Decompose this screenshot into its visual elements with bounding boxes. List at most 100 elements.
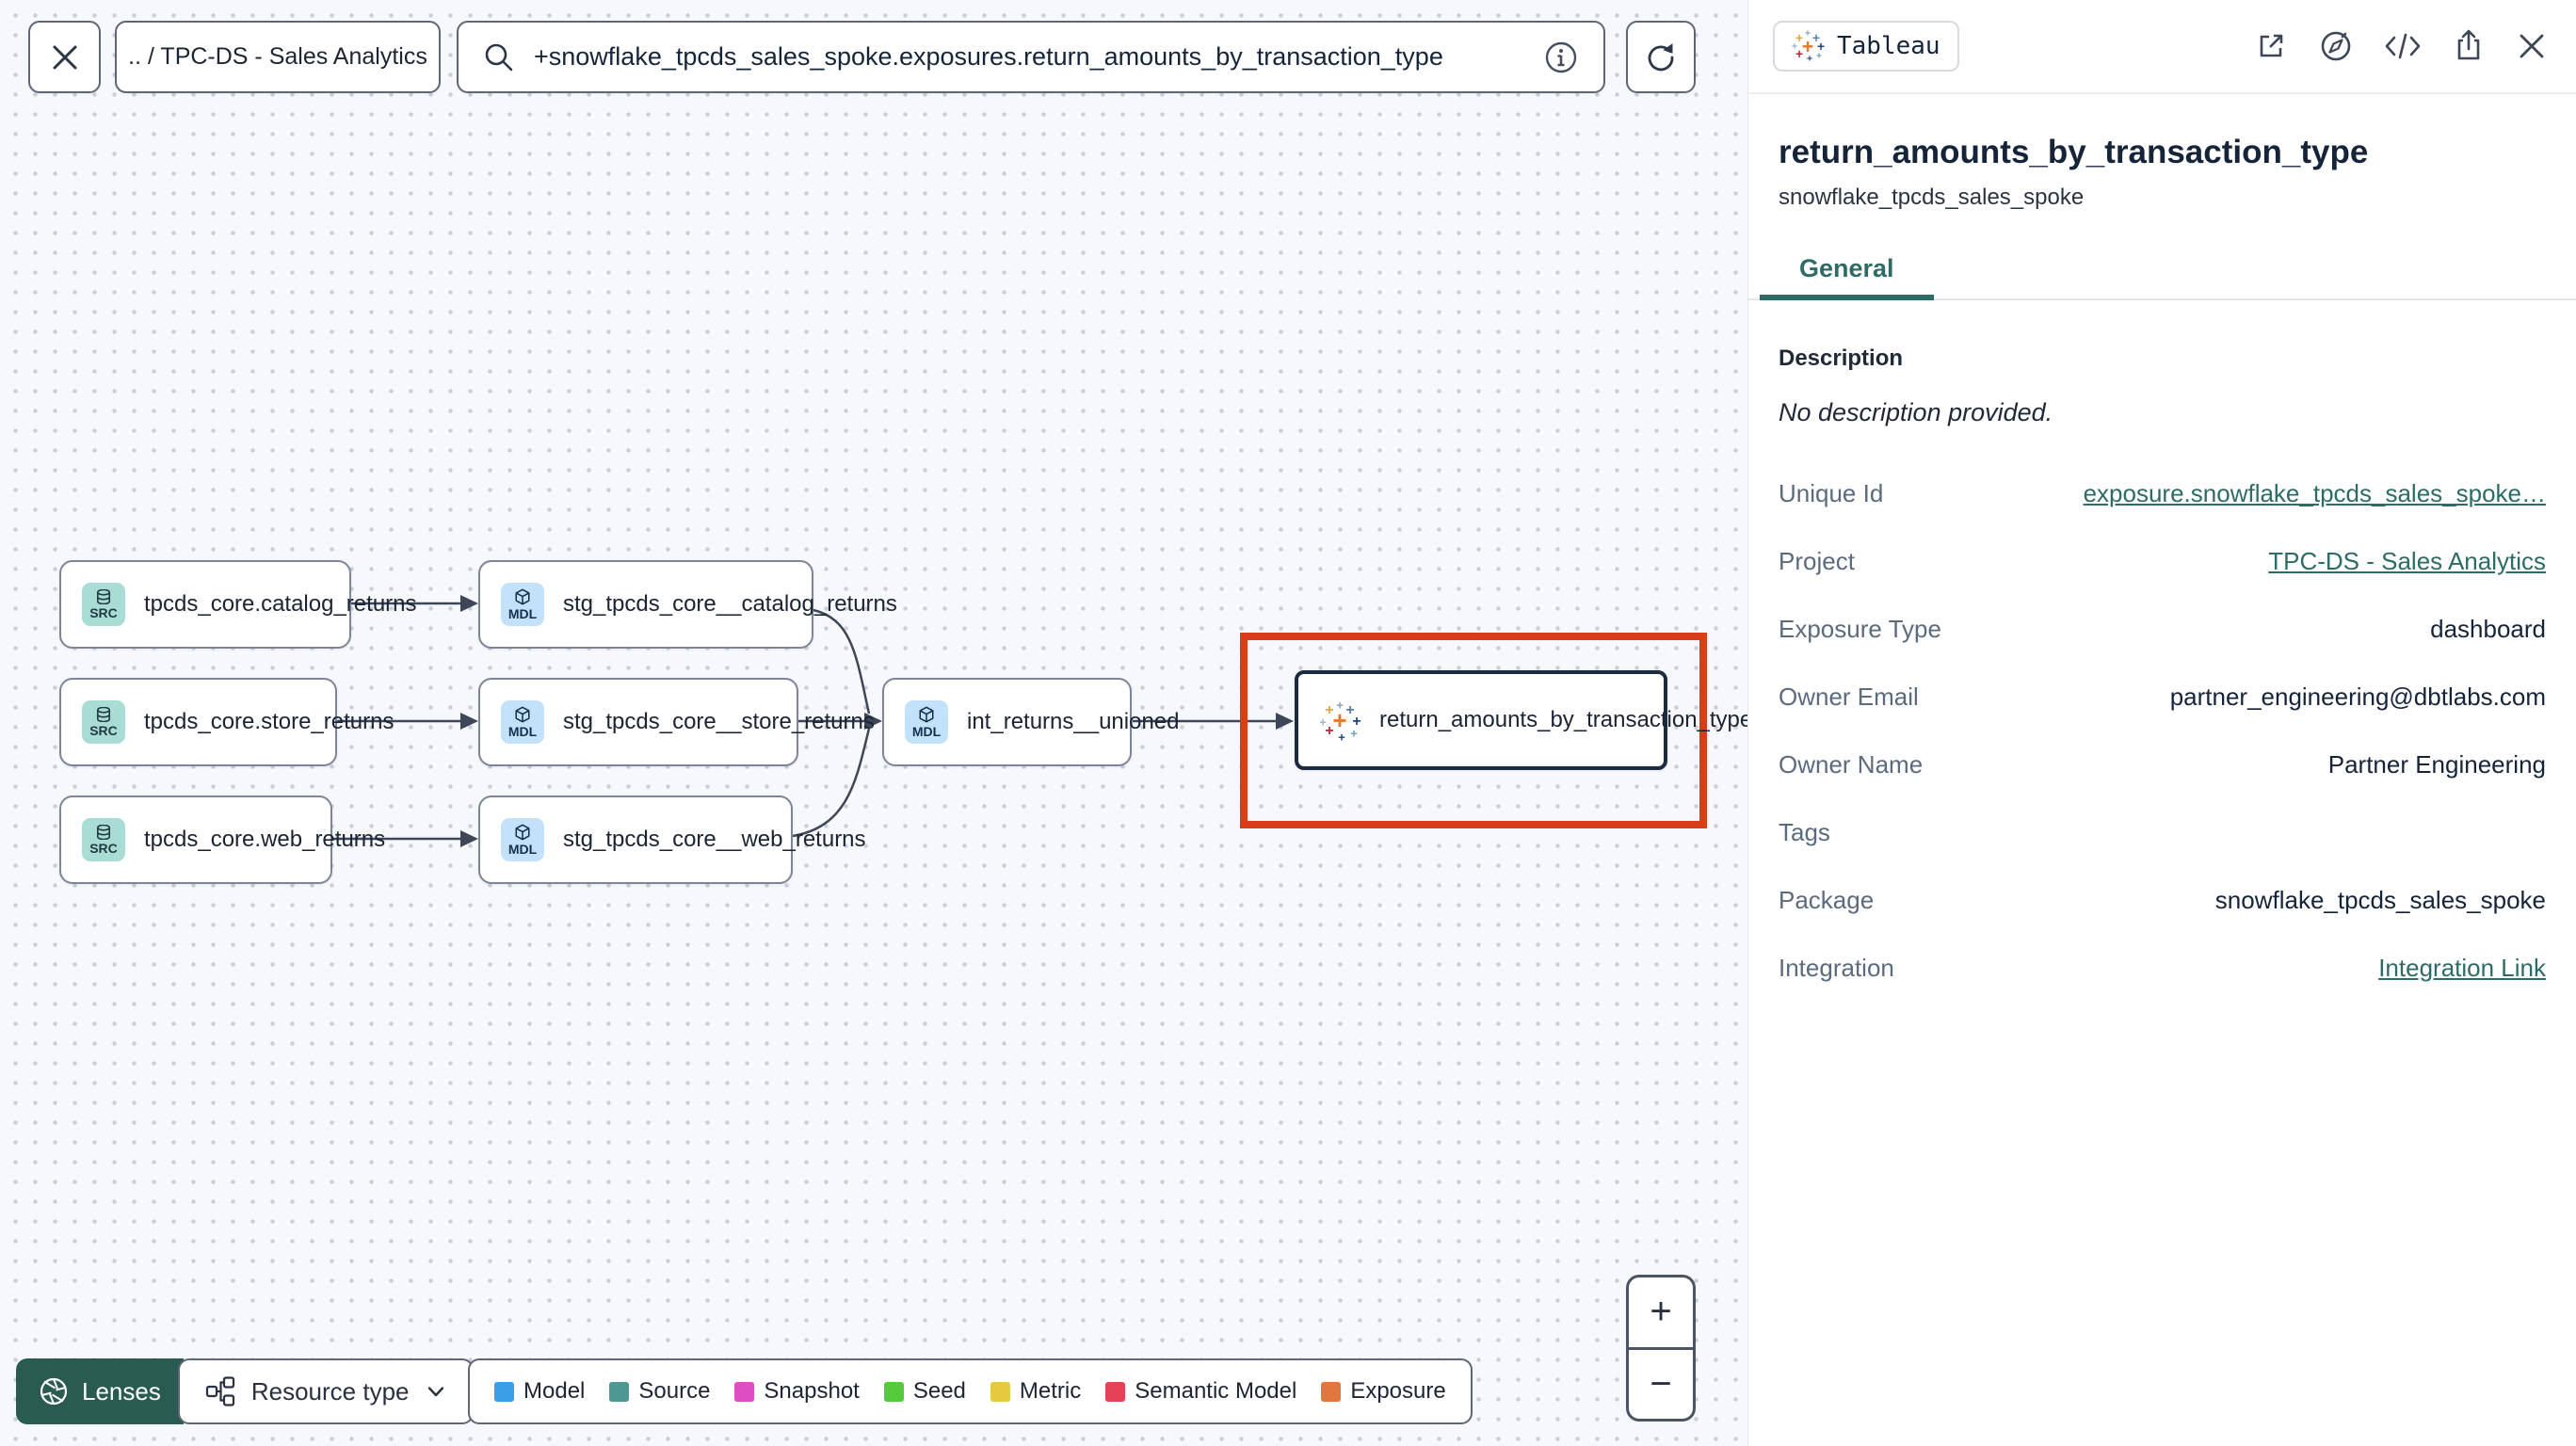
legend-item-seed: Seed: [883, 1378, 966, 1405]
legend-item-semantic-model: Semantic Model: [1105, 1378, 1296, 1405]
badge-label: MDL: [507, 841, 538, 857]
search-input[interactable]: [534, 42, 1524, 72]
share-button[interactable]: [2452, 28, 2486, 64]
field-row-exposure-type: Exposure Type dashboard: [1779, 614, 2546, 643]
node-source-catalog-returns[interactable]: SRC tpcds_core.catalog_returns: [59, 560, 417, 649]
search-icon: [485, 43, 513, 71]
model-swatch: [494, 1381, 514, 1402]
source-badge: SRC: [82, 583, 125, 626]
lineage-search: [457, 21, 1605, 93]
resource-legend: Model Source Snapshot Seed Metric Semant…: [468, 1358, 1473, 1424]
info-icon[interactable]: [1543, 40, 1579, 75]
tableau-badge-label: Tableau: [1837, 32, 1940, 60]
zoom-controls: + −: [1626, 1275, 1696, 1422]
close-icon: [2520, 34, 2544, 58]
close-panel-button[interactable]: [2516, 30, 2548, 62]
zoom-out-button[interactable]: −: [1629, 1350, 1693, 1420]
legend-item-metric: Metric: [990, 1378, 1081, 1405]
badge-label: SRC: [89, 722, 118, 738]
package-value: snowflake_tpcds_sales_spoke: [2214, 885, 2546, 914]
badge-label: MDL: [911, 723, 942, 739]
node-label: int_returns__unioned: [967, 709, 1180, 734]
field-row-project: Project TPC-DS - Sales Analytics: [1779, 546, 2546, 576]
badge-label: SRC: [89, 604, 118, 620]
open-in-new-button[interactable]: [2254, 29, 2288, 63]
node-exposure-return-amounts[interactable]: + + + + + + + + + return_amounts_by_tran…: [1295, 670, 1752, 770]
close-lineage-button[interactable]: [28, 21, 101, 93]
field-row-owner-name: Owner Name Partner Engineering: [1779, 749, 2546, 779]
breadcrumb-label: .. / TPC-DS - Sales Analytics: [128, 43, 427, 70]
badge-label: MDL: [507, 723, 538, 739]
lineage-canvas[interactable]: .. / TPC-DS - Sales Analytics SRC t: [0, 0, 1752, 1446]
node-source-store-returns[interactable]: SRC tpcds_core.store_returns: [59, 678, 394, 766]
owner-name-value: Partner Engineering: [2327, 749, 2546, 779]
node-stg-web-returns[interactable]: MDL stg_tpcds_core__web_returns: [478, 795, 866, 884]
node-label: tpcds_core.store_returns: [144, 709, 394, 734]
exposure-swatch: [1321, 1381, 1342, 1402]
panel-tabs: General: [1748, 254, 2576, 300]
integration-link[interactable]: Integration Link: [2378, 954, 2546, 983]
unique-id-link[interactable]: exposure.snowflake_tpcds_sales_spoke…: [2084, 479, 2546, 508]
cube-icon: [919, 706, 934, 722]
legend-item-source: Source: [609, 1378, 710, 1405]
seed-swatch: [883, 1381, 904, 1402]
model-badge: MDL: [501, 818, 544, 861]
tableau-badge: + + + + + + + + + Tableau: [1773, 21, 1959, 72]
owner-email-value: partner_engineering@dbtlabs.com: [2169, 682, 2546, 711]
source-badge: SRC: [82, 818, 125, 861]
exposure-type-value: dashboard: [2430, 614, 2546, 643]
details-fields: Unique Id exposure.snowflake_tpcds_sales…: [1779, 459, 2546, 1002]
badge-label: SRC: [89, 840, 118, 856]
lenses-button[interactable]: Lenses: [16, 1358, 184, 1424]
lenses-label: Lenses: [82, 1376, 161, 1406]
cube-icon: [515, 706, 530, 722]
legend-item-model: Model: [494, 1378, 585, 1405]
field-row-integration: Integration Integration Link: [1779, 953, 2546, 983]
badge-label: MDL: [507, 605, 538, 621]
tableau-icon: + + + + + + + + +: [1319, 698, 1361, 745]
cube-icon: [515, 824, 530, 840]
code-icon: [2385, 33, 2421, 59]
tableau-icon: + + + + + + + + +: [1791, 28, 1825, 64]
explore-button[interactable]: [2318, 28, 2354, 64]
database-icon: [96, 706, 111, 722]
panel-body: return_amounts_by_transaction_type snowf…: [1748, 134, 2576, 1002]
details-panel: + + + + + + + + + Tableau return_amounts…: [1747, 0, 2576, 1446]
cube-icon: [515, 588, 530, 604]
node-int-returns-unioned[interactable]: MDL int_returns__unioned: [882, 678, 1180, 766]
database-icon: [96, 588, 111, 604]
node-label: stg_tpcds_core__catalog_returns: [563, 591, 897, 617]
breadcrumb[interactable]: .. / TPC-DS - Sales Analytics: [115, 21, 441, 93]
resource-type-button[interactable]: Resource type: [177, 1358, 474, 1424]
page-title: return_amounts_by_transaction_type: [1779, 134, 2369, 170]
code-button[interactable]: [2384, 30, 2422, 62]
node-stg-catalog-returns[interactable]: MDL stg_tpcds_core__catalog_returns: [478, 560, 897, 649]
lens-aperture-icon: [40, 1377, 68, 1406]
field-row-owner-email: Owner Email partner_engineering@dbtlabs.…: [1779, 682, 2546, 711]
source-badge: SRC: [82, 700, 125, 744]
project-link[interactable]: TPC-DS - Sales Analytics: [2268, 547, 2546, 576]
description-label: Description: [1779, 345, 1904, 371]
semantic-model-swatch: [1105, 1381, 1126, 1402]
share-icon: [2457, 29, 2480, 60]
description-text: No description provided.: [1779, 398, 2053, 426]
panel-header: + + + + + + + + + Tableau: [1748, 0, 2576, 94]
lens-bar: Lenses Resource type: [16, 1358, 474, 1424]
model-badge: MDL: [905, 700, 948, 744]
source-swatch: [609, 1381, 630, 1402]
resource-type-icon: [205, 1376, 234, 1406]
zoom-in-button[interactable]: +: [1629, 1277, 1693, 1350]
node-stg-store-returns[interactable]: MDL stg_tpcds_core__store_returns: [478, 678, 875, 766]
node-label: tpcds_core.catalog_returns: [144, 591, 417, 617]
field-row-package: Package snowflake_tpcds_sales_spoke: [1779, 885, 2546, 914]
node-label: return_amounts_by_transaction_type: [1379, 707, 1753, 732]
node-label: stg_tpcds_core__web_returns: [563, 827, 866, 852]
refresh-button[interactable]: [1626, 21, 1696, 93]
node-label: tpcds_core.web_returns: [144, 827, 386, 852]
close-icon: [53, 45, 76, 69]
field-row-tags: Tags: [1779, 817, 1830, 846]
tab-general[interactable]: General: [1760, 254, 1934, 300]
metric-swatch: [990, 1381, 1010, 1402]
node-source-web-returns[interactable]: SRC tpcds_core.web_returns: [59, 795, 385, 884]
compass-icon: [2321, 31, 2351, 61]
